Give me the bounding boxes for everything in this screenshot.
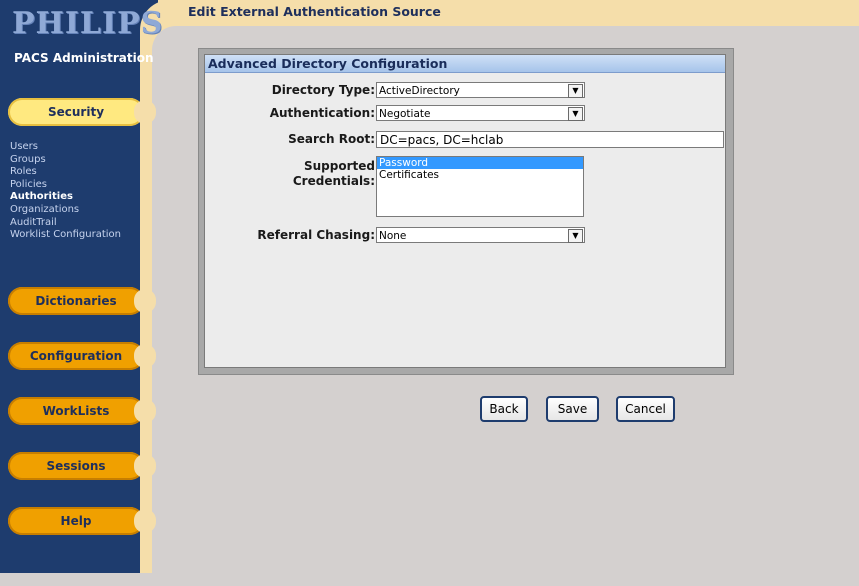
config-panel-frame: Advanced Directory Configuration Directo… xyxy=(198,48,734,375)
supported-credentials-label-1: Supported xyxy=(304,159,375,173)
panel-title: Advanced Directory Configuration xyxy=(208,56,448,71)
chevron-down-icon: ▼ xyxy=(568,229,583,243)
pill-knob xyxy=(134,399,156,423)
dictionaries-button[interactable]: Dictionaries xyxy=(8,287,156,315)
help-button[interactable]: Help xyxy=(8,507,156,535)
authentication-label: Authentication: xyxy=(269,106,375,120)
search-root-label: Search Root: xyxy=(288,132,375,146)
cancel-button[interactable]: Cancel xyxy=(616,396,675,422)
pill-knob xyxy=(134,454,156,478)
nav-item-policies[interactable]: Policies xyxy=(10,179,121,192)
pill-knob xyxy=(134,100,156,124)
authentication-value: Negotiate xyxy=(379,108,431,120)
nav-item-groups[interactable]: Groups xyxy=(10,154,121,167)
search-root-input[interactable]: DC=pacs, DC=hclab xyxy=(376,131,724,148)
back-button[interactable]: Back xyxy=(480,396,528,422)
nav-item-users[interactable]: Users xyxy=(10,141,121,154)
page-title: Edit External Authentication Source xyxy=(188,4,441,19)
nav-item-organizations[interactable]: Organizations xyxy=(10,204,121,217)
security-label: Security xyxy=(47,105,105,119)
authentication-select[interactable]: Negotiate ▼ xyxy=(376,105,585,121)
dictionaries-label: Dictionaries xyxy=(35,294,117,308)
sessions-label: Sessions xyxy=(46,459,106,473)
nav-item-authorities[interactable]: Authorities xyxy=(10,191,121,204)
nav-item-worklist-configuration[interactable]: Worklist Configuration xyxy=(10,229,121,242)
configuration-button[interactable]: Configuration xyxy=(8,342,156,370)
app-title: PACS Administration xyxy=(14,51,154,65)
nav-item-roles[interactable]: Roles xyxy=(10,166,121,179)
philips-logo: PHILIPS xyxy=(12,6,164,41)
pill-knob xyxy=(134,509,156,533)
referral-chasing-label: Referral Chasing: xyxy=(257,228,375,242)
config-panel: Advanced Directory Configuration Directo… xyxy=(204,54,726,368)
referral-chasing-select[interactable]: None ▼ xyxy=(376,227,585,243)
credential-option-password[interactable]: Password xyxy=(377,157,583,169)
worklists-label: WorkLists xyxy=(42,404,110,418)
chevron-down-icon: ▼ xyxy=(568,107,583,121)
content-corner xyxy=(152,26,182,586)
pill-knob xyxy=(134,344,156,368)
help-label: Help xyxy=(60,514,92,528)
directory-type-label: Directory Type: xyxy=(271,83,375,97)
pill-knob xyxy=(134,289,156,313)
nav-item-audittrail[interactable]: AuditTrail xyxy=(10,217,121,230)
credential-option-certificates[interactable]: Certificates xyxy=(377,169,583,181)
worklists-button[interactable]: WorkLists xyxy=(8,397,156,425)
supported-credentials-label-2: Credentials: xyxy=(292,174,375,188)
sessions-button[interactable]: Sessions xyxy=(8,452,156,480)
configuration-label: Configuration xyxy=(29,349,123,363)
security-nav: Users Groups Roles Policies Authorities … xyxy=(10,141,121,242)
directory-type-value: ActiveDirectory xyxy=(379,85,460,97)
save-button[interactable]: Save xyxy=(546,396,599,422)
security-button[interactable]: Security xyxy=(8,98,156,126)
chevron-down-icon: ▼ xyxy=(568,84,583,98)
panel-header: Advanced Directory Configuration xyxy=(205,55,725,73)
directory-type-select[interactable]: ActiveDirectory ▼ xyxy=(376,82,585,98)
referral-chasing-value: None xyxy=(379,230,407,242)
credentials-listbox[interactable]: Password Certificates xyxy=(376,156,584,217)
